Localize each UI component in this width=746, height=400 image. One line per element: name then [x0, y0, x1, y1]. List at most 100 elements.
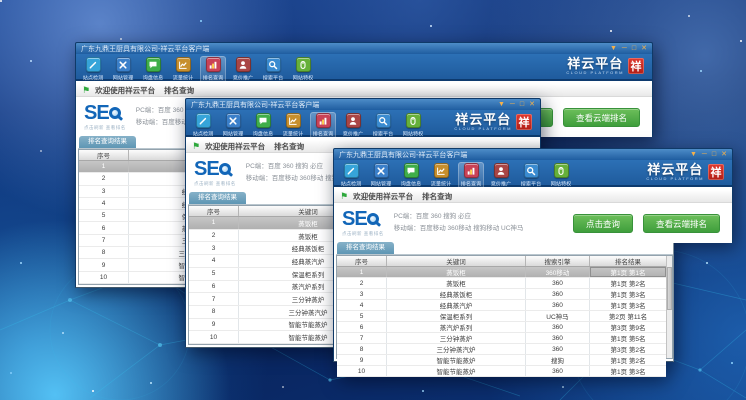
toolbar-item-bar-chart[interactable]: 排名查询	[310, 112, 336, 139]
toolbar-item-pencil[interactable]: 站点检测	[338, 162, 364, 189]
toolbar-item-search[interactable]: 搜索平台	[518, 162, 544, 189]
toolbar-item-line-chart[interactable]: 流量统计	[170, 56, 196, 83]
toolbar-item-pencil[interactable]: 站点检测	[80, 56, 106, 83]
table-cell: 4	[79, 198, 129, 209]
table-cell: UC神马	[526, 311, 590, 321]
toolbar-item-person[interactable]: 竞价推广	[340, 112, 366, 139]
column-header[interactable]: 搜索引擎	[526, 256, 590, 266]
toolbar: 站点检测网站管理询盘信息流量统计排名查询竞价推广搜索平台网站特权 祥云平台 CL…	[333, 160, 733, 187]
brand-subtitle: CLOUD PLATFORM	[454, 127, 512, 131]
table-cell: 蒸饭柜	[387, 278, 526, 288]
toolbar-item-person[interactable]: 竞价推广	[230, 56, 256, 83]
table-row[interactable]: 10智能节能蒸炉360第1页 第3名	[337, 366, 666, 377]
pencil-icon	[344, 163, 359, 178]
mobile-engines: 移动端：百度移动 360移动 搜狗移动 UC神马	[394, 223, 524, 235]
minimize-button[interactable]: ─	[510, 101, 515, 108]
column-header[interactable]: 排名结果	[590, 256, 666, 266]
skin-button[interactable]: ▼	[610, 45, 617, 52]
table-row[interactable]: 9智能节能蒸炉搜狗第1页 第2名	[337, 355, 666, 366]
tab-rank-results[interactable]: 排名查询结果	[79, 136, 136, 148]
toolbar-item-search[interactable]: 搜索平台	[260, 56, 286, 83]
title-bar[interactable]: 广东九鼎王厨具有限公司-祥云平台客户端 ▼─□✕	[75, 42, 653, 54]
table-cell: 360	[526, 333, 590, 343]
table-row[interactable]: 6蒸汽炉系列360第3页 第9名	[337, 322, 666, 333]
close-button[interactable]: ✕	[641, 45, 647, 52]
brand-logo: 祥云平台 CLOUD PLATFORM 祥	[454, 110, 540, 131]
close-button[interactable]: ✕	[529, 101, 535, 108]
table-row[interactable]: 2蒸饭柜360第1页 第2名	[337, 278, 666, 289]
toolbar-item-chat[interactable]: 询盘信息	[140, 56, 166, 83]
table-cell: 9	[337, 355, 387, 365]
table-cell: 8	[79, 247, 129, 258]
table-row[interactable]: 3经典蒸饭柜360第1页 第3名	[337, 289, 666, 300]
toolbar-item-label: 站点检测	[341, 180, 361, 188]
table-cell: 8	[337, 344, 387, 354]
table-cell: 1	[189, 217, 239, 229]
toolbar-item-line-chart[interactable]: 流量统计	[280, 112, 306, 139]
tab-rank-results[interactable]: 排名查询结果	[189, 192, 246, 204]
table-cell: 三分钟蒸炉	[387, 333, 526, 343]
table-cell: 6	[337, 322, 387, 332]
engine-list: PC端：百度 360 搜狗 必应 移动端：百度移动 360移动 搜狗移动 UC神…	[394, 211, 524, 236]
minimize-button[interactable]: ─	[622, 45, 627, 52]
title-bar[interactable]: 广东九鼎王厨具有限公司-祥云平台客户端 ▼ ─ □ ✕	[185, 98, 541, 110]
table-row[interactable]: 8三分钟蒸汽炉360第3页 第2名	[337, 344, 666, 355]
column-header[interactable]: 序号	[337, 256, 387, 266]
column-header[interactable]: 序号	[189, 206, 239, 216]
scrollbar-thumb[interactable]	[667, 267, 672, 310]
magnifier-icon	[109, 107, 121, 119]
toolbar-item-bar-chart[interactable]: 排名查询	[200, 56, 226, 83]
toolbar-item-label: 流量统计	[431, 180, 451, 188]
maximize-button[interactable]: □	[520, 101, 524, 108]
table-cell: 第1页 第3名	[590, 366, 666, 376]
tools-icon	[226, 113, 241, 128]
pencil-icon	[196, 113, 211, 128]
table-cell: 蒸汽炉系列	[387, 322, 526, 332]
toolbar-item-chat[interactable]: 询盘信息	[250, 112, 276, 139]
table-cell: 智能节能蒸炉	[387, 355, 526, 365]
tab-rank-results[interactable]: 排名查询结果	[337, 242, 394, 254]
window-title: 广东九鼎王厨具有限公司-祥云平台客户端	[191, 100, 319, 110]
toolbar-item-search[interactable]: 搜索平台	[370, 112, 396, 139]
table-cell: 1	[79, 161, 129, 172]
toolbar-item-mouse[interactable]: 网站特权	[400, 112, 426, 139]
close-button[interactable]: ✕	[721, 151, 727, 158]
table-row[interactable]: 5保温柜系列UC神马第2页 第11名	[337, 311, 666, 322]
column-header[interactable]: 关键词	[387, 256, 526, 266]
table-scrollbar[interactable]	[666, 256, 672, 358]
table-cell: 经典蒸饭柜	[387, 289, 526, 299]
table-cell: 360	[526, 322, 590, 332]
minimize-button[interactable]: ─	[702, 151, 707, 158]
skin-button[interactable]: ▼	[498, 101, 505, 108]
maximize-button[interactable]: □	[712, 151, 716, 158]
toolbar-item-line-chart[interactable]: 流量统计	[428, 162, 454, 189]
toolbar-item-person[interactable]: 竞价推广	[488, 162, 514, 189]
toolbar-item-tools[interactable]: 网站管理	[368, 162, 394, 189]
toolbar-item-pencil[interactable]: 站点检测	[190, 112, 216, 139]
table-row[interactable]: 7三分钟蒸炉360第1页 第5名	[337, 333, 666, 344]
table-row[interactable]: 4经典蒸汽炉360第1页 第3名	[337, 300, 666, 311]
line-chart-icon	[286, 113, 301, 128]
table-row[interactable]: 1蒸饭柜360移动第1页 第1名	[337, 267, 666, 278]
maximize-button[interactable]: □	[632, 45, 636, 52]
cloud-rank-button[interactable]: 查看云端排名	[643, 214, 720, 233]
seo-caption: 点击刷新 查看排名	[84, 125, 126, 131]
column-header[interactable]: 序号	[79, 150, 129, 160]
toolbar-item-chat[interactable]: 询盘信息	[398, 162, 424, 189]
toolbar-item-mouse[interactable]: 网站特权	[290, 56, 316, 83]
cloud-rank-button[interactable]: 查看云端排名	[563, 108, 640, 127]
skin-button[interactable]: ▼	[690, 151, 697, 158]
query-button[interactable]: 点击查询	[573, 214, 633, 233]
person-icon	[346, 113, 361, 128]
toolbar-item-label: 网站管理	[223, 130, 243, 138]
table-cell: 第1页 第2名	[590, 278, 666, 288]
table-cell: 360移动	[526, 267, 590, 277]
toolbar-item-tools[interactable]: 网站管理	[110, 56, 136, 83]
toolbar-item-mouse[interactable]: 网站特权	[548, 162, 574, 189]
welcome-bar: ⚑ 欢迎使用祥云平台 排名查询	[334, 190, 732, 203]
line-chart-icon	[176, 57, 191, 72]
toolbar-item-tools[interactable]: 网站管理	[220, 112, 246, 139]
chat-icon	[256, 113, 271, 128]
title-bar[interactable]: 广东九鼎王厨具有限公司-祥云平台客户端 ▼─□✕	[333, 148, 733, 160]
toolbar-item-bar-chart[interactable]: 排名查询	[458, 162, 484, 189]
